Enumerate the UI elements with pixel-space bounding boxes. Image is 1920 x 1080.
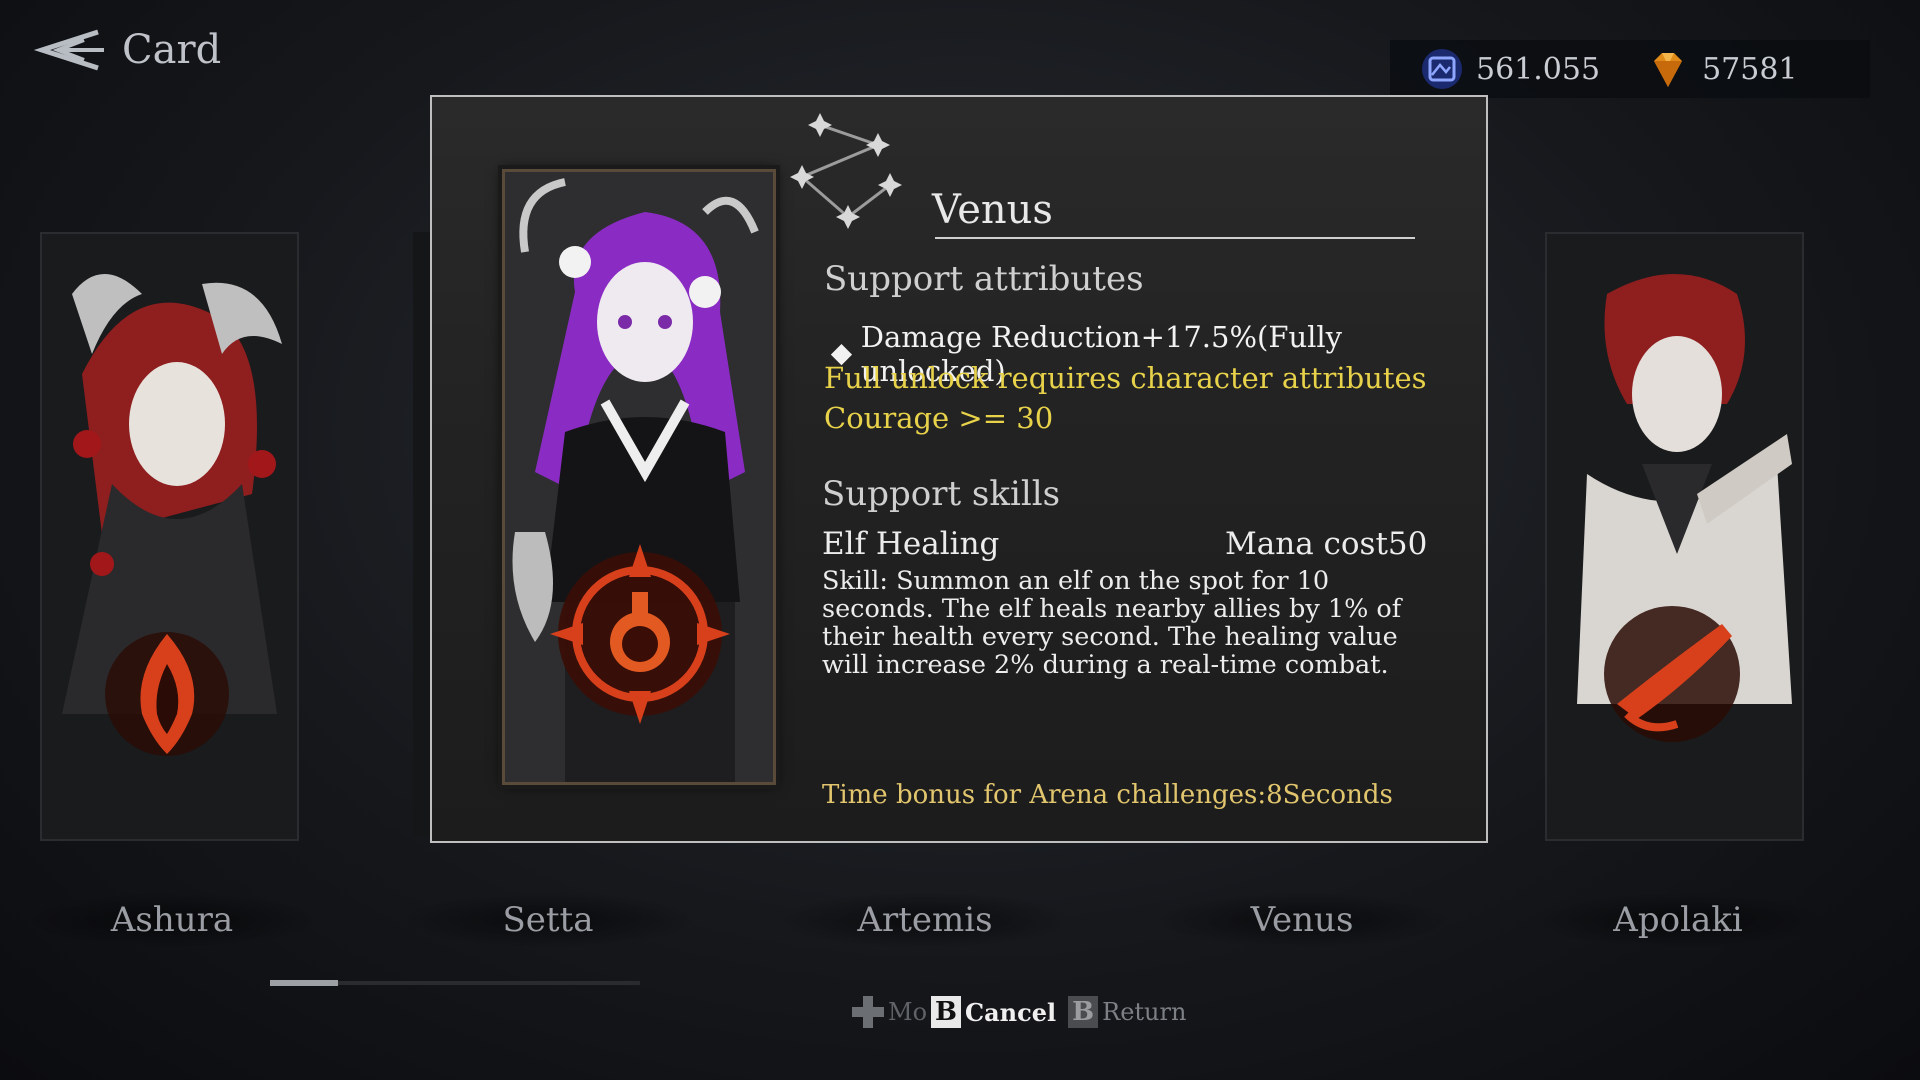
gem-currency: 57581	[1646, 47, 1798, 91]
character-name-artemis[interactable]: Artemis	[775, 892, 1075, 948]
fire-emblem-icon	[105, 632, 229, 756]
name-underline	[935, 237, 1415, 239]
gem-amount: 57581	[1702, 51, 1798, 87]
skill-name: Elf Healing	[822, 526, 1000, 562]
venus-portrait	[502, 169, 776, 785]
card-name: Venus	[932, 187, 1053, 233]
crystal-currency: 561.055	[1420, 47, 1600, 91]
character-name-ashura[interactable]: Ashura	[22, 892, 322, 948]
gem-icon	[1654, 53, 1683, 87]
crystal-icon	[1422, 49, 1462, 89]
controller-hints: Mo B Cancel B Return	[852, 996, 1186, 1028]
scroll-thumb[interactable]	[270, 980, 338, 986]
return-button[interactable]: Return	[1102, 998, 1186, 1026]
dpad-icon	[852, 996, 884, 1028]
support-attributes-heading: Support attributes	[824, 259, 1144, 299]
constellation-icon	[790, 113, 902, 229]
move-hint-label: Mo	[888, 998, 928, 1026]
card-apolaki[interactable]	[1545, 232, 1804, 841]
apolaki-portrait	[1547, 234, 1802, 839]
page-title: Card	[122, 27, 222, 73]
back-button[interactable]: Card	[28, 22, 221, 78]
sword-emblem-icon	[1604, 606, 1740, 742]
character-name-apolaki[interactable]: Apolaki	[1528, 892, 1828, 948]
arena-bonus: Time bonus for Arena challenges:8Seconds	[822, 780, 1393, 810]
card-detail-modal: Venus Support attributes Damage Reductio…	[430, 95, 1488, 843]
ashura-portrait	[42, 234, 297, 839]
cancel-b-key-icon: B	[931, 996, 962, 1028]
card-ashura[interactable]	[40, 232, 299, 841]
character-name-setta[interactable]: Setta	[398, 892, 698, 948]
mana-cost: Mana cost50	[1225, 526, 1428, 562]
currency-bar: 561.055 57581	[1390, 40, 1870, 98]
cancel-button[interactable]: Cancel	[965, 998, 1056, 1027]
support-skills-heading: Support skills	[822, 474, 1061, 514]
crystal-amount: 561.055	[1476, 51, 1601, 87]
skill-description: Skill: Summon an elf on the spot for 10 …	[822, 566, 1402, 680]
character-name-venus[interactable]: Venus	[1152, 892, 1452, 948]
unlock-requirement: Full unlock requires character attribute…	[824, 361, 1427, 395]
return-b-key-icon: B	[1068, 996, 1099, 1028]
requirement-value: Courage >= 30	[824, 401, 1054, 435]
back-arrow-icon	[33, 29, 104, 71]
